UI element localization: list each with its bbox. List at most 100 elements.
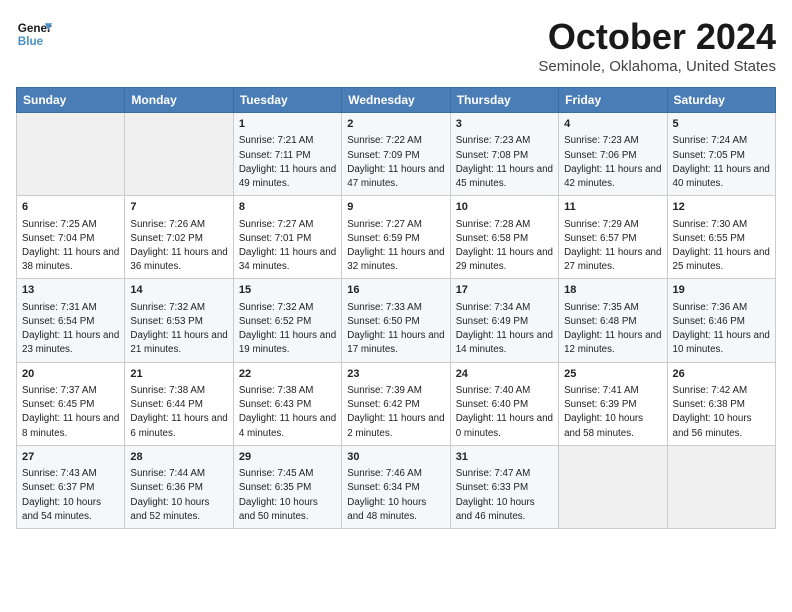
day-number: 6	[22, 200, 119, 215]
calendar-cell	[667, 445, 775, 528]
day-info: Sunrise: 7:26 AM Sunset: 7:02 PM Dayligh…	[130, 218, 227, 275]
day-number: 29	[239, 450, 336, 465]
day-number: 13	[22, 283, 119, 298]
week-row-2: 6 Sunrise: 7:25 AM Sunset: 7:04 PM Daylig…	[17, 196, 776, 279]
day-info: Sunrise: 7:29 AM Sunset: 6:57 PM Dayligh…	[564, 218, 661, 275]
calendar-cell: 30Sunrise: 7:46 AM Sunset: 6:34 PM Dayli…	[342, 445, 450, 528]
day-info: Sunrise: 7:37 AM Sunset: 6:45 PM Dayligh…	[22, 384, 119, 441]
day-info: Sunrise: 7:43 AM Sunset: 6:37 PM Dayligh…	[22, 467, 119, 524]
day-info: Sunrise: 7:46 AM Sunset: 6:34 PM Dayligh…	[347, 467, 444, 524]
day-info: Sunrise: 7:40 AM Sunset: 6:40 PM Dayligh…	[456, 384, 553, 441]
logo: General Blue	[16, 16, 52, 52]
day-number: 22	[239, 367, 336, 382]
day-info: Sunrise: 7:38 AM Sunset: 6:44 PM Dayligh…	[130, 384, 227, 441]
calendar-cell	[125, 113, 233, 196]
day-number: 21	[130, 367, 227, 382]
week-row-4: 20 Sunrise: 7:37 AM Sunset: 6:45 PM Dayli…	[17, 362, 776, 445]
week-row-3: 13Sunrise: 7:31 AM Sunset: 6:54 PM Dayli…	[17, 279, 776, 362]
day-info: Sunrise: 7:36 AM Sunset: 6:46 PM Dayligh…	[673, 301, 770, 358]
svg-text:Blue: Blue	[18, 35, 44, 48]
day-number: 15	[239, 283, 336, 298]
day-number: 19	[673, 283, 770, 298]
day-number: 25	[564, 367, 661, 382]
subtitle: Seminole, Oklahoma, United States	[538, 58, 776, 75]
day-info: Sunrise: 7:44 AM Sunset: 6:36 PM Dayligh…	[130, 467, 227, 524]
day-number: 8	[239, 200, 336, 215]
calendar-cell: 28 Sunrise: 7:44 AM Sunset: 6:36 PM Dayli…	[125, 445, 233, 528]
week-row-1: 1 Sunrise: 7:21 AM Sunset: 7:11 PM Daylig…	[17, 113, 776, 196]
day-info: Sunrise: 7:30 AM Sunset: 6:55 PM Dayligh…	[673, 218, 770, 275]
column-header-saturday: Saturday	[667, 88, 775, 113]
column-header-thursday: Thursday	[450, 88, 558, 113]
day-info: Sunrise: 7:25 AM Sunset: 7:04 PM Dayligh…	[22, 218, 119, 275]
day-info: Sunrise: 7:41 AM Sunset: 6:39 PM Dayligh…	[564, 384, 661, 441]
day-info: Sunrise: 7:33 AM Sunset: 6:50 PM Dayligh…	[347, 301, 444, 358]
day-number: 1	[239, 117, 336, 132]
day-info: Sunrise: 7:23 AM Sunset: 7:06 PM Dayligh…	[564, 134, 661, 191]
calendar-cell: 15 Sunrise: 7:32 AM Sunset: 6:52 PM Dayli…	[233, 279, 341, 362]
calendar-cell: 24 Sunrise: 7:40 AM Sunset: 6:40 PM Dayli…	[450, 362, 558, 445]
day-info: Sunrise: 7:34 AM Sunset: 6:49 PM Dayligh…	[456, 301, 553, 358]
page-header: General Blue October 2024 Seminole, Okla…	[16, 16, 776, 75]
calendar-body: 1 Sunrise: 7:21 AM Sunset: 7:11 PM Daylig…	[17, 113, 776, 529]
calendar-cell: 14 Sunrise: 7:32 AM Sunset: 6:53 PM Dayli…	[125, 279, 233, 362]
column-header-friday: Friday	[559, 88, 667, 113]
day-info: Sunrise: 7:23 AM Sunset: 7:08 PM Dayligh…	[456, 134, 553, 191]
calendar-cell: 29Sunrise: 7:45 AM Sunset: 6:35 PM Dayli…	[233, 445, 341, 528]
day-number: 26	[673, 367, 770, 382]
calendar-cell: 7 Sunrise: 7:26 AM Sunset: 7:02 PM Daylig…	[125, 196, 233, 279]
day-number: 28	[130, 450, 227, 465]
day-number: 7	[130, 200, 227, 215]
calendar-cell: 20 Sunrise: 7:37 AM Sunset: 6:45 PM Dayli…	[17, 362, 125, 445]
calendar-header-row: SundayMondayTuesdayWednesdayThursdayFrid…	[17, 88, 776, 113]
calendar-cell: 8 Sunrise: 7:27 AM Sunset: 7:01 PM Daylig…	[233, 196, 341, 279]
day-number: 31	[456, 450, 553, 465]
column-header-tuesday: Tuesday	[233, 88, 341, 113]
calendar-cell: 22 Sunrise: 7:38 AM Sunset: 6:43 PM Dayli…	[233, 362, 341, 445]
calendar-cell: 11 Sunrise: 7:29 AM Sunset: 6:57 PM Dayli…	[559, 196, 667, 279]
day-number: 24	[456, 367, 553, 382]
calendar-cell: 25 Sunrise: 7:41 AM Sunset: 6:39 PM Dayli…	[559, 362, 667, 445]
calendar-cell: 3Sunrise: 7:23 AM Sunset: 7:08 PM Daylig…	[450, 113, 558, 196]
calendar-cell: 1 Sunrise: 7:21 AM Sunset: 7:11 PM Daylig…	[233, 113, 341, 196]
day-info: Sunrise: 7:22 AM Sunset: 7:09 PM Dayligh…	[347, 134, 444, 191]
day-info: Sunrise: 7:27 AM Sunset: 7:01 PM Dayligh…	[239, 218, 336, 275]
day-number: 18	[564, 283, 661, 298]
logo-icon: General Blue	[16, 16, 52, 52]
day-number: 17	[456, 283, 553, 298]
day-info: Sunrise: 7:21 AM Sunset: 7:11 PM Dayligh…	[239, 134, 336, 191]
day-info: Sunrise: 7:32 AM Sunset: 6:53 PM Dayligh…	[130, 301, 227, 358]
calendar-cell: 2Sunrise: 7:22 AM Sunset: 7:09 PM Daylig…	[342, 113, 450, 196]
calendar-cell: 4Sunrise: 7:23 AM Sunset: 7:06 PM Daylig…	[559, 113, 667, 196]
calendar-cell: 13Sunrise: 7:31 AM Sunset: 6:54 PM Dayli…	[17, 279, 125, 362]
calendar-cell: 19 Sunrise: 7:36 AM Sunset: 6:46 PM Dayli…	[667, 279, 775, 362]
calendar-cell: 17 Sunrise: 7:34 AM Sunset: 6:49 PM Dayli…	[450, 279, 558, 362]
calendar-cell: 27Sunrise: 7:43 AM Sunset: 6:37 PM Dayli…	[17, 445, 125, 528]
day-info: Sunrise: 7:42 AM Sunset: 6:38 PM Dayligh…	[673, 384, 770, 441]
calendar-cell	[17, 113, 125, 196]
day-number: 16	[347, 283, 444, 298]
day-number: 5	[673, 117, 770, 132]
calendar-cell: 12 Sunrise: 7:30 AM Sunset: 6:55 PM Dayli…	[667, 196, 775, 279]
day-number: 20	[22, 367, 119, 382]
calendar-cell: 10Sunrise: 7:28 AM Sunset: 6:58 PM Dayli…	[450, 196, 558, 279]
week-row-5: 27Sunrise: 7:43 AM Sunset: 6:37 PM Dayli…	[17, 445, 776, 528]
day-info: Sunrise: 7:38 AM Sunset: 6:43 PM Dayligh…	[239, 384, 336, 441]
day-info: Sunrise: 7:32 AM Sunset: 6:52 PM Dayligh…	[239, 301, 336, 358]
day-info: Sunrise: 7:27 AM Sunset: 6:59 PM Dayligh…	[347, 218, 444, 275]
calendar-cell: 6 Sunrise: 7:25 AM Sunset: 7:04 PM Daylig…	[17, 196, 125, 279]
day-number: 12	[673, 200, 770, 215]
calendar-cell	[559, 445, 667, 528]
main-title: October 2024	[538, 16, 776, 58]
calendar-table: SundayMondayTuesdayWednesdayThursdayFrid…	[16, 87, 776, 529]
calendar-cell: 5Sunrise: 7:24 AM Sunset: 7:05 PM Daylig…	[667, 113, 775, 196]
day-info: Sunrise: 7:35 AM Sunset: 6:48 PM Dayligh…	[564, 301, 661, 358]
calendar-cell: 16 Sunrise: 7:33 AM Sunset: 6:50 PM Dayli…	[342, 279, 450, 362]
day-number: 9	[347, 200, 444, 215]
title-block: October 2024 Seminole, Oklahoma, United …	[538, 16, 776, 75]
day-number: 11	[564, 200, 661, 215]
calendar-cell: 9 Sunrise: 7:27 AM Sunset: 6:59 PM Daylig…	[342, 196, 450, 279]
day-number: 14	[130, 283, 227, 298]
day-number: 10	[456, 200, 553, 215]
day-number: 23	[347, 367, 444, 382]
